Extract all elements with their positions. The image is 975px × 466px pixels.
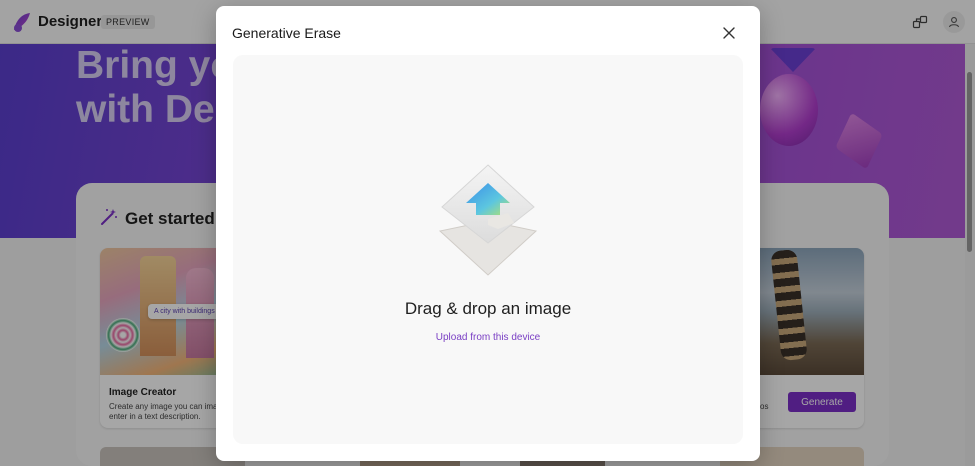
- generative-erase-dialog: Generative Erase Drag & drop an image Up…: [216, 6, 760, 461]
- image-dropzone[interactable]: Drag & drop an image Upload from this de…: [233, 55, 743, 444]
- close-icon[interactable]: [722, 26, 736, 40]
- dialog-title: Generative Erase: [232, 25, 341, 41]
- upload-arrow-icon: [438, 164, 538, 276]
- upload-from-device-link[interactable]: Upload from this device: [436, 332, 541, 343]
- drop-instruction: Drag & drop an image: [404, 299, 572, 318]
